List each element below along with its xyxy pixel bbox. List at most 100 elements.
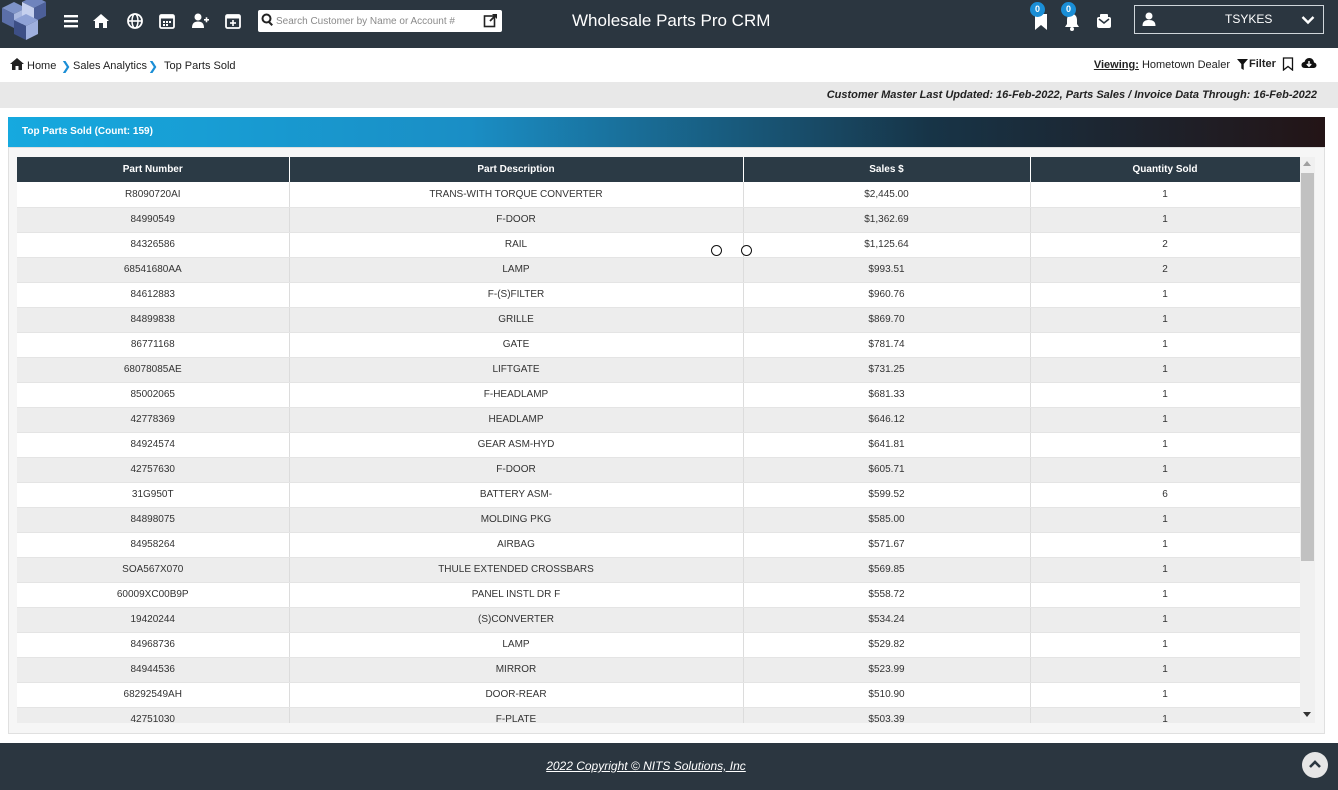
scroll-down-arrow-icon[interactable]	[1303, 712, 1311, 717]
table-cell: 1	[1030, 332, 1300, 358]
calendar-add-icon[interactable]	[222, 10, 244, 32]
table-cell: R8090720AI	[17, 182, 290, 208]
table-row[interactable]: 84899838 GRILLE $869.70 1	[17, 307, 1300, 333]
logo-icon[interactable]	[0, 0, 50, 40]
calendar-icon[interactable]	[156, 10, 178, 32]
table-row[interactable]: 84326586 RAIL $1,125.64 2	[17, 232, 1300, 258]
table-cell: LIFTGATE	[289, 357, 744, 383]
table-cell: 1	[1030, 182, 1300, 208]
table-cell: 1	[1030, 607, 1300, 633]
table-cell: $585.00	[743, 507, 1031, 533]
table-header-row: Part Number Part Description Sales $ Quanti…	[17, 157, 1300, 182]
search-icon[interactable]	[261, 13, 275, 27]
scroll-thumb[interactable]	[1301, 173, 1314, 561]
table-row[interactable]: 19420244 (S)CONVERTER $534.24 1	[17, 607, 1300, 633]
table-cell: 1	[1030, 357, 1300, 383]
table-row[interactable]: 68078085AE LIFTGATE $731.25 1	[17, 357, 1300, 383]
table-row[interactable]: 42757630 F-DOOR $605.71 1	[17, 457, 1300, 483]
top-parts-table: Part Number Part Description Sales $ Quanti…	[17, 157, 1300, 723]
notifications-button[interactable]: 0	[1061, 2, 1084, 34]
breadcrumb-sales-analytics[interactable]: Sales Analytics	[73, 60, 147, 72]
table-cell: $869.70	[743, 307, 1031, 333]
column-header[interactable]: Part Description	[289, 157, 744, 182]
external-link-icon[interactable]	[483, 13, 498, 28]
table-cell: 68292549AH	[17, 682, 290, 708]
table-cell: 84326586	[17, 232, 290, 258]
table-cell: TRANS-WITH TORQUE CONVERTER	[289, 182, 744, 208]
table-cell: 31G950T	[17, 482, 290, 508]
bookmarks-badge: 0	[1030, 2, 1045, 17]
last-updated-text: Customer Master Last Updated: 16-Feb-202…	[826, 89, 1317, 101]
table-row[interactable]: 68292549AH DOOR-REAR $510.90 1	[17, 682, 1300, 708]
table-cell: F-PLATE	[289, 707, 744, 723]
table-cell: 1	[1030, 532, 1300, 558]
table-cell: 1	[1030, 682, 1300, 708]
scroll-up-arrow-icon[interactable]	[1303, 161, 1311, 166]
column-header[interactable]: Quantity Sold	[1030, 157, 1300, 182]
scroll-to-top-button[interactable]	[1302, 752, 1328, 778]
bookmark-outline-icon[interactable]	[1282, 57, 1294, 71]
home-icon[interactable]	[90, 10, 112, 32]
globe-icon[interactable]	[124, 10, 146, 32]
customer-search	[258, 10, 502, 32]
table-row[interactable]: 84898075 MOLDING PKG $585.00 1	[17, 507, 1300, 533]
table-row[interactable]: 42778369 HEADLAMP $646.12 1	[17, 407, 1300, 433]
table-cell: $1,125.64	[743, 232, 1031, 258]
table-cell: 1	[1030, 557, 1300, 583]
table-cell: 42757630	[17, 457, 290, 483]
messages-button[interactable]	[1096, 12, 1116, 34]
table-row[interactable]: 68541680AA LAMP $993.51 2	[17, 257, 1300, 283]
table-cell: MIRROR	[289, 657, 744, 683]
table-cell: LAMP	[289, 257, 744, 283]
filter-label: Filter	[1249, 58, 1276, 70]
footer: 2022 Copyright © NITS Solutions, Inc	[0, 743, 1338, 790]
user-menu[interactable]: TSYKES	[1134, 5, 1324, 34]
table-cell: 84944536	[17, 657, 290, 683]
table-cell: $1,362.69	[743, 207, 1031, 233]
copyright-link[interactable]: 2022 Copyright © NITS Solutions, Inc	[0, 759, 1292, 773]
table-row[interactable]: 84612883 F-(S)FILTER $960.76 1	[17, 282, 1300, 308]
table-row[interactable]: 86771168 GATE $781.74 1	[17, 332, 1300, 358]
table-row[interactable]: 84958264 AIRBAG $571.67 1	[17, 532, 1300, 558]
table-cell: 1	[1030, 282, 1300, 308]
table-cell: 84899838	[17, 307, 290, 333]
menu-icon[interactable]	[60, 10, 82, 32]
table-row[interactable]: 84924574 GEAR ASM-HYD $641.81 1	[17, 432, 1300, 458]
table-row[interactable]: 60009XC00B9P PANEL INSTL DR F $558.72 1	[17, 582, 1300, 608]
table-cell: 84958264	[17, 532, 290, 558]
app-title: Wholesale Parts Pro CRM	[572, 11, 771, 30]
table-cell: 84898075	[17, 507, 290, 533]
table-cell: $523.99	[743, 657, 1031, 683]
table-cell: BATTERY ASM-	[289, 482, 744, 508]
table-row[interactable]: 84968736 LAMP $529.82 1	[17, 632, 1300, 658]
table-cell: SOA567X070	[17, 557, 290, 583]
table-cell: RAIL	[289, 232, 744, 258]
search-input[interactable]	[276, 12, 476, 30]
table-cell: GATE	[289, 332, 744, 358]
table-cell: (S)CONVERTER	[289, 607, 744, 633]
table-row[interactable]: 42751030 F-PLATE $503.39 1	[17, 707, 1300, 723]
table-row[interactable]: 85002065 F-HEADLAMP $681.33 1	[17, 382, 1300, 408]
cloud-download-icon[interactable]	[1301, 56, 1317, 70]
home-icon[interactable]	[9, 57, 25, 71]
table-row[interactable]: R8090720AI TRANS-WITH TORQUE CONVERTER $2,…	[17, 182, 1300, 208]
column-header[interactable]: Part Number	[17, 157, 290, 182]
table-cell: $731.25	[743, 357, 1031, 383]
bookmarks-button[interactable]: 0	[1030, 2, 1053, 34]
table-cell: 1	[1030, 207, 1300, 233]
table-cell: 1	[1030, 582, 1300, 608]
table-row[interactable]: 84990549 F-DOOR $1,362.69 1	[17, 207, 1300, 233]
viewing-value[interactable]: Hometown Dealer	[1142, 59, 1230, 71]
column-header[interactable]: Sales $	[743, 157, 1031, 182]
table-scrollbar[interactable]	[1300, 157, 1315, 723]
table-row[interactable]: 84944536 MIRROR $523.99 1	[17, 657, 1300, 683]
table-cell: 86771168	[17, 332, 290, 358]
table-row[interactable]: SOA567X070 THULE EXTENDED CROSSBARS $569.8…	[17, 557, 1300, 583]
breadcrumb-home[interactable]: Home	[27, 60, 56, 72]
viewing-dealer: Viewing: Hometown Dealer	[1094, 59, 1230, 71]
table-cell: 1	[1030, 432, 1300, 458]
table-cell: $993.51	[743, 257, 1031, 283]
table-row[interactable]: 31G950T BATTERY ASM- $599.52 6	[17, 482, 1300, 508]
table-cell: HEADLAMP	[289, 407, 744, 433]
add-user-icon[interactable]	[189, 10, 211, 32]
